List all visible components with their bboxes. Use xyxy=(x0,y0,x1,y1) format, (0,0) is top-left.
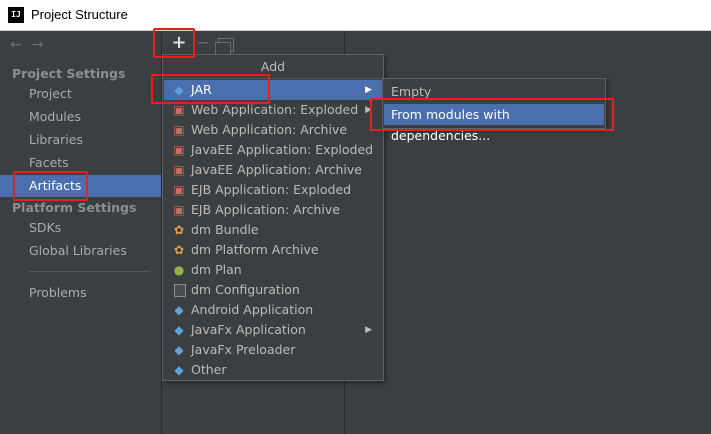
menu-item-label: Android Application xyxy=(191,302,314,317)
sidebar-divider xyxy=(28,271,150,272)
javaee-icon: ▣ xyxy=(173,163,185,177)
menu-item-label: JavaFx Preloader xyxy=(191,342,296,357)
menu-item-dm-bundle[interactable]: ✿ dm Bundle xyxy=(164,220,382,240)
platform-settings-header: Platform Settings xyxy=(12,200,137,215)
highlight-artifacts-item xyxy=(13,171,88,201)
config-icon xyxy=(174,284,186,297)
menu-item-label: dm Platform Archive xyxy=(191,242,319,257)
menu-item-javafx-application[interactable]: ◆ JavaFx Application ▶ xyxy=(164,320,382,340)
sidebar-item-libraries[interactable]: Libraries xyxy=(0,129,161,151)
menu-item-dm-platform-archive[interactable]: ✿ dm Platform Archive xyxy=(164,240,382,260)
menu-item-label: EJB Application: Exploded xyxy=(191,182,352,197)
sidebar-item-project[interactable]: Project xyxy=(0,83,161,105)
menu-item-ejb-application-exploded[interactable]: ▣ EJB Application: Exploded xyxy=(164,180,382,200)
menu-item-label: dm Configuration xyxy=(191,282,300,297)
highlight-add-button xyxy=(153,28,195,58)
menu-item-label: JavaFx Application xyxy=(191,322,306,337)
forward-arrow-icon[interactable]: → xyxy=(32,37,54,53)
window-title: Project Structure xyxy=(31,7,128,22)
menu-item-label: dm Plan xyxy=(191,262,242,277)
bundle-icon: ✿ xyxy=(173,243,185,257)
menu-item-label: Web Application: Exploded xyxy=(191,102,359,117)
menu-item-label: JavaEE Application: Exploded xyxy=(191,142,374,157)
ejb-icon: ▣ xyxy=(173,203,185,217)
project-settings-header: Project Settings xyxy=(12,66,126,81)
nav-arrows: ←→ xyxy=(10,37,53,53)
menu-item-web-application-archive[interactable]: ▣ Web Application: Archive xyxy=(164,120,382,140)
bundle-icon: ✿ xyxy=(173,223,185,237)
menu-item-other[interactable]: ◆ Other xyxy=(164,360,382,380)
sidebar-item-modules[interactable]: Modules xyxy=(0,106,161,128)
submenu-arrow-icon: ▶ xyxy=(365,85,372,95)
sidebar-item-global-libraries[interactable]: Global Libraries xyxy=(0,240,161,262)
menu-item-label: dm Bundle xyxy=(191,222,259,237)
menu-item-label: Web Application: Archive xyxy=(191,122,348,137)
diamond-icon: ◆ xyxy=(174,363,184,377)
plan-icon: ● xyxy=(173,263,185,277)
web-app-icon: ▣ xyxy=(173,103,185,117)
submenu-arrow-icon: ▶ xyxy=(365,325,372,335)
menu-item-javafx-preloader[interactable]: ◆ JavaFx Preloader xyxy=(164,340,382,360)
menu-item-dm-plan[interactable]: ● dm Plan xyxy=(164,260,382,280)
sidebar-item-sdks[interactable]: SDKs xyxy=(0,217,161,239)
remove-button[interactable]: − xyxy=(194,34,212,52)
menu-item-ejb-application-archive[interactable]: ▣ EJB Application: Archive xyxy=(164,200,382,220)
sidebar-item-problems[interactable]: Problems xyxy=(0,282,161,304)
menu-item-javaee-application-exploded[interactable]: ▣ JavaEE Application: Exploded xyxy=(164,140,382,160)
menu-item-android-application[interactable]: ◆ Android Application xyxy=(164,300,382,320)
ejb-icon: ▣ xyxy=(173,183,185,197)
menu-item-label: Other xyxy=(191,362,227,377)
web-app-icon: ▣ xyxy=(173,123,185,137)
menu-item-dm-configuration[interactable]: dm Configuration xyxy=(164,280,382,300)
highlight-from-modules-item xyxy=(370,98,614,131)
intellij-app-icon: IJ xyxy=(8,7,24,23)
highlight-jar-item xyxy=(151,74,270,104)
menu-item-label: JavaEE Application: Archive xyxy=(191,162,362,177)
copy-icon[interactable] xyxy=(215,38,234,56)
back-arrow-icon[interactable]: ← xyxy=(10,37,32,53)
diamond-icon: ◆ xyxy=(174,323,184,337)
settings-sidebar: ←→ Project Settings Project Modules Libr… xyxy=(0,31,162,434)
diamond-icon: ◆ xyxy=(174,343,184,357)
title-bar: IJ Project Structure xyxy=(0,0,711,31)
menu-item-label: EJB Application: Archive xyxy=(191,202,340,217)
diamond-icon: ◆ xyxy=(174,303,184,317)
javaee-icon: ▣ xyxy=(173,143,185,157)
menu-item-javaee-application-archive[interactable]: ▣ JavaEE Application: Archive xyxy=(164,160,382,180)
